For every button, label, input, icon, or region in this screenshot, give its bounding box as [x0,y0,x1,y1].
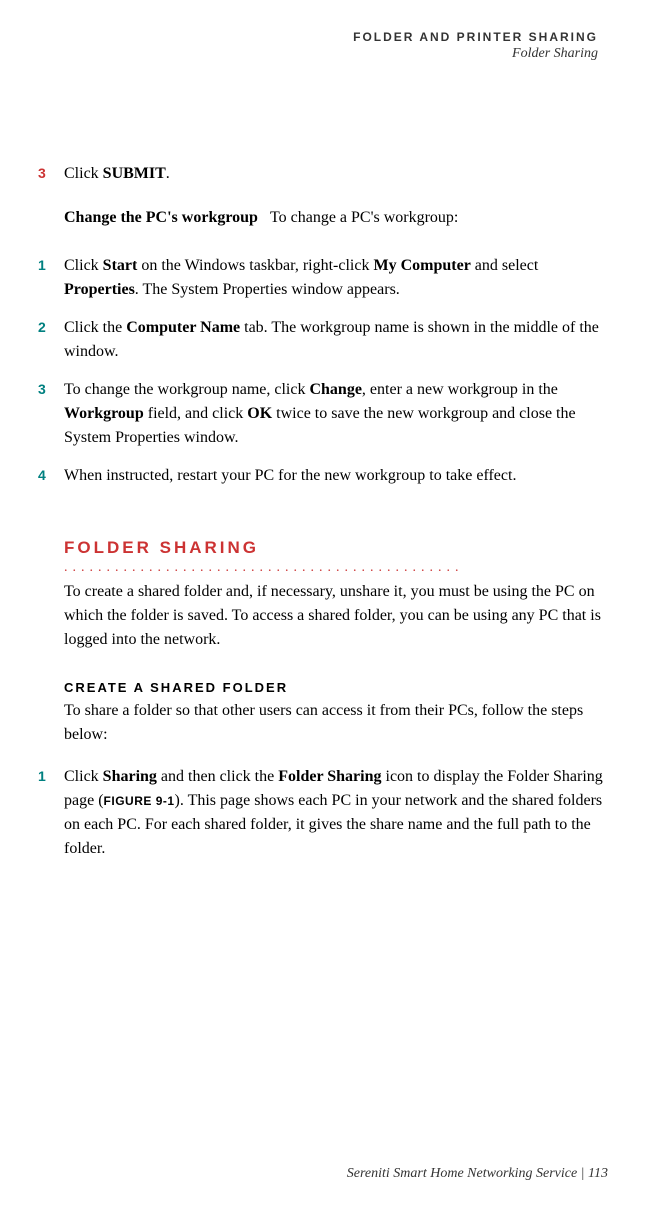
step-item: 1 Click Start on the Windows taskbar, ri… [38,254,608,302]
step-item: 3 To change the workgroup name, click Ch… [38,378,608,450]
text-bold: Properties [64,281,135,298]
change-workgroup-label: Change the PC's workgroup [64,209,258,226]
text-fragment: Click [64,768,103,785]
text-bold: Start [103,257,138,274]
header-section: FOLDER AND PRINTER SHARING [20,30,598,44]
subsection-intro: To share a folder so that other users ca… [64,699,608,747]
text-fragment: Click [64,165,103,182]
step-number: 4 [38,464,64,488]
text-bold: My Computer [373,257,470,274]
text-bold: Change [309,381,361,398]
text-bold: OK [247,405,272,422]
text-fragment: When instructed, restart your PC for the… [64,467,516,484]
subsection-heading: CREATE A SHARED FOLDER [64,680,608,695]
step-item: 2 Click the Computer Name tab. The workg… [38,316,608,364]
step-number: 1 [38,765,64,861]
step-text: To change the workgroup name, click Chan… [64,378,608,450]
text-fragment: To change the workgroup name, click [64,381,309,398]
text-bold: Computer Name [126,319,240,336]
text-fragment: and then click the [157,768,278,785]
step-text: When instructed, restart your PC for the… [64,464,608,488]
step-item: 4 When instructed, restart your PC for t… [38,464,608,488]
step-item: 1 Click Sharing and then click the Folde… [38,765,608,861]
section-heading: FOLDER SHARING [64,538,608,558]
change-workgroup-block: Change the PC's workgroup To change a PC… [64,206,608,230]
step-text: Click SUBMIT. [64,162,608,186]
page-footer: Sereniti Smart Home Networking Service |… [347,1166,608,1182]
step-number: 3 [38,378,64,450]
text-fragment: . [166,165,170,182]
page-header: FOLDER AND PRINTER SHARING Folder Sharin… [20,30,608,62]
text-fragment: on the Windows taskbar, right-click [137,257,373,274]
text-bold: Workgroup [64,405,144,422]
step-number: 3 [38,162,64,186]
change-workgroup-text: To change a PC's workgroup: [270,209,458,226]
text-bold: Folder Sharing [278,768,381,785]
text-fragment: Click the [64,319,126,336]
text-bold: SUBMIT [103,165,166,182]
step-number: 2 [38,316,64,364]
text-fragment: and select [471,257,539,274]
step-text: Click Sharing and then click the Folder … [64,765,608,861]
step-item: 3 Click SUBMIT. [38,162,608,186]
page-content: 3 Click SUBMIT. Change the PC's workgrou… [20,162,608,861]
section-intro: To create a shared folder and, if necess… [64,580,608,652]
step-text: Click the Computer Name tab. The workgro… [64,316,608,364]
text-fragment: Click [64,257,103,274]
step-number: 1 [38,254,64,302]
section-divider-dots: ........................................… [64,560,608,574]
figure-reference: FIGURE 9-1 [104,794,175,808]
text-fragment: , enter a new workgroup in the [362,381,558,398]
header-subsection: Folder Sharing [20,46,598,62]
text-bold: Sharing [103,768,157,785]
step-text: Click Start on the Windows taskbar, righ… [64,254,608,302]
text-fragment: field, and click [144,405,248,422]
text-fragment: . The System Properties window appears. [135,281,400,298]
